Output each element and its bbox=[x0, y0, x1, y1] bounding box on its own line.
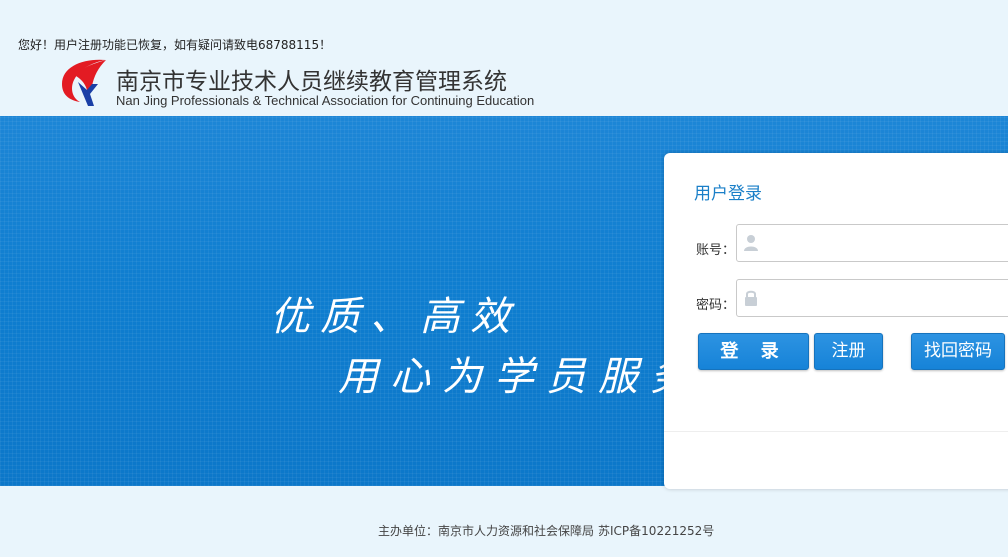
login-button[interactable]: 登 录 bbox=[698, 333, 809, 370]
login-page: 您好！用户注册功能已恢复，如有疑问请致电68788115！ 南京市专业技术人员继… bbox=[0, 0, 1008, 557]
account-input[interactable] bbox=[767, 225, 1008, 263]
site-title: 南京市专业技术人员继续教育管理系统 bbox=[116, 69, 507, 95]
password-field[interactable] bbox=[736, 279, 1008, 318]
login-panel: 用户登录 账号： 密码： 登 录 注册 找回密码 bbox=[664, 153, 1008, 489]
notice-text: 您好！用户注册功能已恢复，如有疑问请致电68788115！ bbox=[18, 38, 332, 52]
panel-divider bbox=[664, 431, 1008, 432]
site-subtitle: Nan Jing Professionals & Technical Assoc… bbox=[116, 93, 535, 108]
password-input[interactable] bbox=[767, 280, 1008, 318]
account-field[interactable] bbox=[736, 224, 1008, 263]
footer-organizer: 主办单位：南京市人力资源和社会保障局 bbox=[378, 524, 595, 538]
logo-icon bbox=[54, 54, 114, 110]
user-icon bbox=[743, 234, 759, 252]
login-title: 用户登录 bbox=[694, 184, 762, 204]
slogan-line-1: 优质、高效 bbox=[270, 294, 520, 340]
account-label: 账号： bbox=[696, 243, 736, 258]
password-label: 密码： bbox=[696, 298, 736, 313]
find-password-button[interactable]: 找回密码 bbox=[911, 333, 1005, 370]
lock-icon bbox=[743, 289, 759, 307]
footer-icp[interactable]: 苏ICP备10221252号 bbox=[598, 524, 714, 538]
register-button[interactable]: 注册 bbox=[814, 333, 883, 370]
header: 您好！用户注册功能已恢复，如有疑问请致电68788115！ 南京市专业技术人员继… bbox=[0, 0, 1008, 116]
slogan-line-2: 用心为学员服务 bbox=[338, 354, 702, 400]
